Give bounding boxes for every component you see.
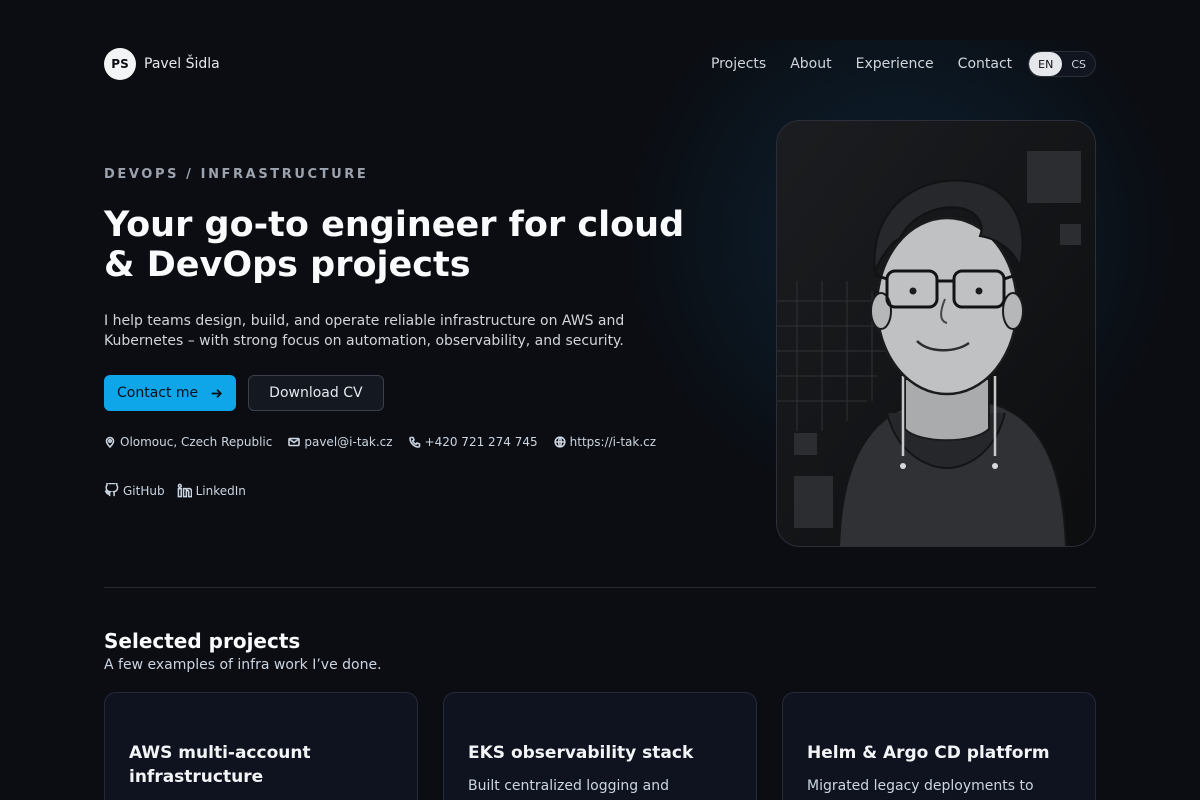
nav-projects[interactable]: Projects (711, 56, 766, 72)
project-card-desc: Built centralized logging and (468, 778, 669, 794)
nav-experience[interactable]: Experience (856, 56, 934, 72)
hero-title: Your go-to engineer for cloud & DevOps p… (104, 205, 685, 285)
linkedin-text: LinkedIn (195, 483, 246, 498)
globe-icon (554, 436, 566, 448)
nav-about[interactable]: About (790, 56, 831, 72)
github-text: GitHub (123, 483, 165, 498)
projects-grid: AWS multi-account infrastructure EKS obs… (104, 692, 1096, 800)
github-icon (104, 483, 119, 497)
download-cv-button[interactable]: Download CV (248, 375, 384, 411)
contact-me-label: Contact me (117, 385, 199, 401)
project-card[interactable]: Helm & Argo CD platform Migrated legacy … (782, 692, 1096, 800)
projects-title: Selected projects (104, 629, 301, 653)
contact-me-button[interactable]: Contact me (104, 375, 237, 411)
lang-en-button[interactable]: EN (1029, 52, 1063, 76)
project-card-title: EKS observability stack (468, 743, 694, 763)
hero-lead: I help teams design, build, and operate … (104, 313, 625, 349)
lang-cs-button[interactable]: CS (1062, 52, 1095, 76)
hero-actions: Contact me Download CV (104, 375, 384, 411)
site-header: PS Pavel Šidla Projects About Experience… (104, 48, 1096, 80)
arrow-right-icon (211, 388, 223, 398)
project-card-title: Helm & Argo CD platform (807, 743, 1050, 763)
location-text: Olomouc, Czech Republic (120, 435, 273, 449)
website-text: https://i-tak.cz (569, 435, 657, 449)
github-link[interactable]: GitHub (104, 483, 165, 498)
phone-icon (408, 436, 420, 448)
project-card-title: AWS multi-account infrastructure (129, 743, 311, 787)
map-pin-icon (105, 436, 115, 448)
contact-meta: Olomouc, Czech Republic pavel@i-tak.cz +… (104, 435, 656, 449)
language-switcher: EN CS (1028, 51, 1096, 77)
social-links: GitHub LinkedIn (104, 483, 246, 498)
portrait-illustration (777, 121, 1095, 546)
section-divider (104, 587, 1096, 588)
project-card[interactable]: AWS multi-account infrastructure (104, 692, 418, 800)
email-text: pavel@i-tak.cz (304, 435, 393, 449)
logo-avatar: PS (104, 48, 136, 80)
main-nav: Projects About Experience Contact EN CS (711, 51, 1096, 77)
linkedin-link[interactable]: LinkedIn (177, 483, 246, 498)
project-card-desc: Migrated legacy deployments to (807, 778, 1034, 794)
mail-icon (288, 437, 301, 447)
phone-text: +420 721 274 745 (424, 435, 538, 449)
location: Olomouc, Czech Republic (104, 435, 272, 449)
hero-eyebrow: DEVOPS / INFRASTRUCTURE (104, 167, 369, 182)
brand[interactable]: PS Pavel Šidla (104, 48, 220, 80)
brand-name: Pavel Šidla (144, 56, 220, 72)
projects-subtitle: A few examples of infra work I’ve done. (104, 657, 382, 673)
linkedin-icon (177, 483, 192, 498)
phone-link[interactable]: +420 721 274 745 (408, 435, 538, 449)
website-link[interactable]: https://i-tak.cz (554, 435, 656, 449)
nav-contact[interactable]: Contact (958, 56, 1012, 72)
project-card[interactable]: EKS observability stack Built centralize… (443, 692, 757, 800)
profile-portrait (776, 120, 1096, 547)
email-link[interactable]: pavel@i-tak.cz (288, 435, 393, 449)
